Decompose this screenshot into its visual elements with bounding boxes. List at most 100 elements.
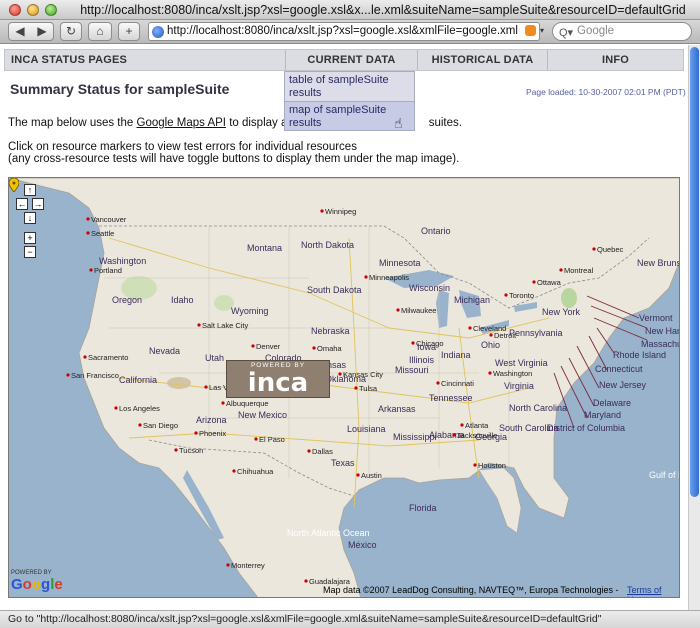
map-label-state: Pennsylvania xyxy=(509,328,563,338)
city-dot xyxy=(532,280,536,284)
city-dot xyxy=(174,448,178,452)
map-label-state: Utah xyxy=(205,353,224,363)
city-dot xyxy=(221,401,225,405)
map-label-state: Florida xyxy=(409,503,437,513)
city-dot xyxy=(194,431,198,435)
city-dot xyxy=(307,449,311,453)
map-label-state: Wisconsin xyxy=(409,283,450,293)
home-button[interactable]: ⌂ xyxy=(88,22,112,41)
city-dot xyxy=(320,209,324,213)
browser-toolbar: ◀ ▶ ↻ ⌂ + http://localhost:8080/inca/xslt… xyxy=(0,20,700,44)
marker-instructions: Click on resource markers to view test e… xyxy=(8,141,357,153)
zoom-window-button[interactable] xyxy=(45,4,57,16)
map-label-city: Los Angeles xyxy=(119,404,160,413)
city-dot xyxy=(86,231,90,235)
city-dot xyxy=(396,308,400,312)
address-bar[interactable]: http://localhost:8080/inca/xslt.jsp?xsl=… xyxy=(148,22,540,41)
nav-inca-status-pages[interactable]: INCA STATUS PAGES xyxy=(5,50,283,70)
menu-item-table-results[interactable]: table of sampleSuite results xyxy=(285,72,414,101)
pan-down-button[interactable]: ↓ xyxy=(24,212,36,224)
map-canvas[interactable]: VancouverSeattleWashingtonPortlandMontan… xyxy=(9,178,680,598)
map-label-state: New Jersey xyxy=(599,380,647,390)
rss-icon[interactable] xyxy=(525,25,536,36)
map-label-state: North Dakota xyxy=(301,240,354,250)
minimize-window-button[interactable] xyxy=(27,4,39,16)
map-label-city: Atlanta xyxy=(465,421,489,430)
window-titlebar: http://localhost:8080/inca/xslt.jsp?xsl=… xyxy=(0,0,700,20)
map-label-state: West Virginia xyxy=(495,358,548,368)
google-map[interactable]: Vancouver Seattle Washington Portland Montan… xyxy=(8,177,680,598)
city-dot xyxy=(312,346,316,350)
pan-left-button[interactable]: ← xyxy=(16,198,28,210)
map-label-state: Vermont xyxy=(639,313,673,323)
map-label-city: Minneapolis xyxy=(369,273,409,282)
map-label-state: Michigan xyxy=(454,295,490,305)
status-bar: Go to "http://localhost:8080/inca/xslt.j… xyxy=(0,610,700,628)
city-dot xyxy=(304,579,308,583)
map-label-city: Toronto xyxy=(509,291,534,300)
map-label-state: New Brunswick xyxy=(637,258,680,268)
map-label-state: Missouri xyxy=(395,365,429,375)
map-label-city: Winnipeg xyxy=(325,207,356,216)
page-loaded-timestamp: Page loaded: 10-30-2007 02:01 PM (PDT) xyxy=(526,87,686,97)
map-label-state: Arkansas xyxy=(378,404,416,414)
map-label-state: Mississippi xyxy=(393,432,437,442)
pan-up-button[interactable]: ↑ xyxy=(24,184,36,196)
map-label-city: Washington xyxy=(493,369,532,378)
map-label-state: Minnesota xyxy=(379,258,421,268)
back-button[interactable]: ◀ xyxy=(9,23,31,40)
add-bookmark-button[interactable]: + xyxy=(118,22,140,41)
map-label-state: Illinois xyxy=(409,355,435,365)
map-label-city: Monterrey xyxy=(231,561,265,570)
chevron-down-icon[interactable]: ▾ xyxy=(540,26,544,35)
reload-button[interactable]: ↻ xyxy=(60,22,82,41)
map-label-city: Jacksonville xyxy=(457,431,497,440)
map-label-city: Denver xyxy=(256,342,281,351)
map-label-state: Nevada xyxy=(149,346,180,356)
zoom-in-button[interactable]: + xyxy=(24,232,36,244)
inca-logo-name: inca xyxy=(247,368,309,398)
city-dot xyxy=(138,423,142,427)
map-label-city: Ottawa xyxy=(537,278,562,287)
map-label-state: Massachuset xyxy=(641,339,680,349)
city-dot xyxy=(489,333,493,337)
inca-logo: POWERED BY inca xyxy=(226,360,330,398)
close-window-button[interactable] xyxy=(9,4,21,16)
city-dot xyxy=(338,372,342,376)
map-label-city: Chicago xyxy=(416,339,444,348)
terms-of-use-link[interactable]: Terms of Use xyxy=(627,585,679,597)
map-label-water: Gulf of Mexico xyxy=(649,470,680,480)
map-label-state: New York xyxy=(542,307,581,317)
map-label-city: Dallas xyxy=(312,447,333,456)
map-label-state: Texas xyxy=(331,458,355,468)
map-label-city: Milwaukee xyxy=(401,306,436,315)
map-label-state: South Dakota xyxy=(307,285,362,295)
google-maps-api-link[interactable]: Google Maps API xyxy=(137,117,227,129)
scrollbar-thumb[interactable] xyxy=(690,47,699,497)
back-forward-buttons: ◀ ▶ xyxy=(8,22,54,41)
land-florida xyxy=(478,467,522,534)
map-label-city: Chihuahua xyxy=(237,467,274,476)
nav-historical-data[interactable]: HISTORICAL DATA xyxy=(417,50,547,70)
nav-info[interactable]: INFO xyxy=(547,50,683,70)
map-label-city: Salt Lake City xyxy=(202,321,249,330)
map-label-state: Maryland xyxy=(584,410,621,420)
forward-button[interactable]: ▶ xyxy=(31,23,53,40)
map-label-state: Delaware xyxy=(593,398,631,408)
zoom-out-button[interactable]: − xyxy=(24,246,36,258)
resource-marker[interactable] xyxy=(9,178,19,192)
nav-current-data[interactable]: CURRENT DATA xyxy=(285,50,417,70)
map-label-state: Wyoming xyxy=(231,306,268,316)
desc-text-3: suites. xyxy=(428,117,462,129)
vertical-scrollbar[interactable] xyxy=(688,45,700,610)
desert-area xyxy=(167,377,191,389)
pan-right-button[interactable]: → xyxy=(32,198,44,210)
city-dot xyxy=(254,437,258,441)
city-dot xyxy=(83,355,87,359)
map-label-state: Oregon xyxy=(112,295,142,305)
map-label-city: Quebec xyxy=(597,245,624,254)
city-dot xyxy=(89,268,93,272)
search-input[interactable]: Q▾ Google xyxy=(552,22,692,41)
city-dot xyxy=(232,469,236,473)
map-label-city: Vancouver xyxy=(91,215,127,224)
